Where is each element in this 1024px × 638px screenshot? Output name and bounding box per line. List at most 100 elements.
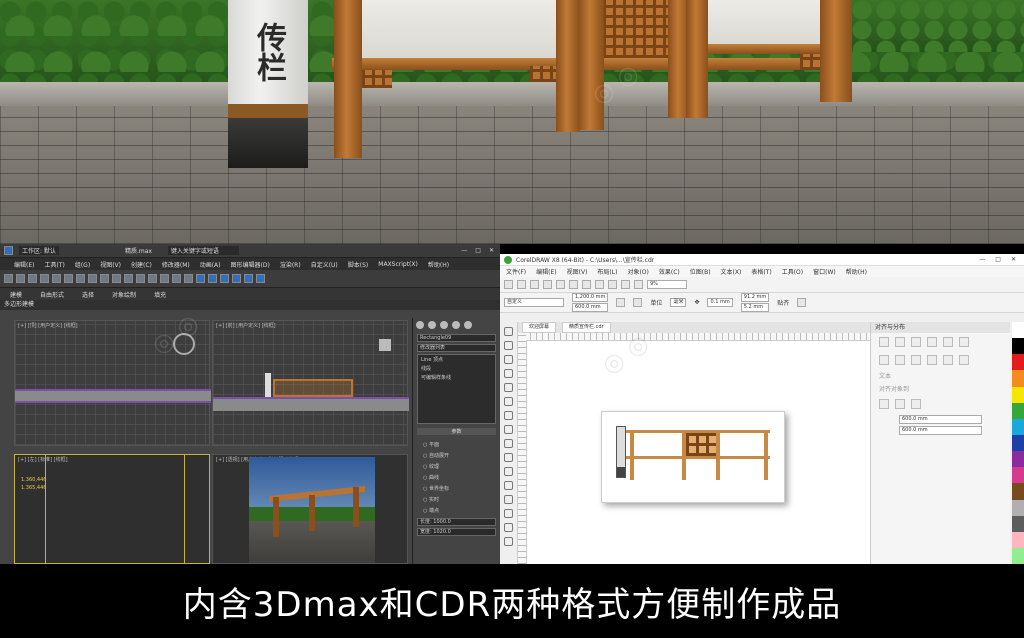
connector-tool-icon[interactable]	[504, 481, 513, 490]
palette-swatch-11[interactable]	[1012, 499, 1024, 516]
nudge-input[interactable]: 0.1 mm	[707, 298, 733, 307]
pick-tool-icon[interactable]	[504, 327, 513, 336]
export-icon[interactable]	[569, 280, 578, 289]
cdr-menu-item-5[interactable]: 效果(C)	[659, 267, 680, 276]
redo-icon[interactable]	[16, 274, 25, 283]
distribute-bottom-icon[interactable]	[959, 355, 969, 365]
params-radio-3[interactable]: 曲线	[413, 472, 500, 483]
new-icon[interactable]	[504, 280, 513, 289]
palette-swatch-14[interactable]	[1012, 547, 1024, 564]
palette-swatch-6[interactable]	[1012, 418, 1024, 435]
max-menu-item-3[interactable]: 视图(V)	[100, 260, 121, 269]
max-menu-item-4[interactable]: 创建(C)	[131, 260, 152, 269]
cdr-menu-item-4[interactable]: 对象(O)	[627, 267, 648, 276]
palette-swatch-13[interactable]	[1012, 531, 1024, 548]
max-menu-item-0[interactable]: 编辑(E)	[14, 260, 34, 269]
close-icon[interactable]: ✕	[489, 247, 494, 254]
display-tab-icon[interactable]	[464, 321, 472, 329]
transparency-tool-icon[interactable]	[504, 509, 513, 518]
curve-editor-icon[interactable]	[196, 274, 205, 283]
crop-tool-icon[interactable]	[504, 355, 513, 364]
rotate-icon[interactable]	[100, 274, 109, 283]
viewport-front[interactable]: [+] [前] [用户定义] [线框]	[212, 320, 409, 446]
params-radio-0[interactable]: 平面	[413, 439, 500, 450]
max-menu-item-12[interactable]: 帮助(H)	[428, 260, 449, 269]
palette-swatch-8[interactable]	[1012, 451, 1024, 468]
cdr-menu-item-11[interactable]: 帮助(H)	[846, 267, 867, 276]
align-to-page-icon[interactable]	[895, 399, 905, 409]
zoom-level-select[interactable]: 9%	[647, 280, 687, 289]
page-height-input[interactable]: 600.0 mm	[572, 303, 609, 312]
max-menu-item-8[interactable]: 渲染(R)	[280, 260, 301, 269]
unit-select[interactable]: 毫米	[670, 298, 687, 307]
align-icon[interactable]	[172, 274, 181, 283]
align-bottom-icon[interactable]	[959, 337, 969, 347]
viewport-perspective[interactable]: [+] [透视] [用户定义] [默认明暗处理]	[212, 454, 408, 564]
params-radio-6[interactable]: 端点	[413, 505, 500, 516]
align-to-active-icon[interactable]	[879, 399, 889, 409]
stack-item[interactable]: 线段	[418, 364, 495, 373]
max-menu-item-1[interactable]: 工具(T)	[44, 260, 64, 269]
modify-tab-icon[interactable]	[428, 321, 436, 329]
docker-x-input[interactable]: 600.0 mm	[899, 415, 982, 424]
snap-button[interactable]: 贴齐	[777, 298, 789, 307]
viewcube-front-icon[interactable]	[379, 339, 391, 351]
select-region-icon[interactable]	[76, 274, 85, 283]
select-icon[interactable]	[64, 274, 73, 283]
modifier-list-dropdown[interactable]: 修改器列表	[417, 344, 496, 352]
close-icon[interactable]: ✕	[1011, 256, 1016, 263]
undo-icon[interactable]	[595, 280, 604, 289]
distribute-top-icon[interactable]	[927, 355, 937, 365]
unlink-icon[interactable]	[40, 274, 49, 283]
undo-icon[interactable]	[4, 274, 13, 283]
distribute-center-icon[interactable]	[895, 355, 905, 365]
angle-snap-icon[interactable]	[136, 274, 145, 283]
dup-y-input[interactable]: 5.2 mm	[740, 303, 770, 312]
params-radio-4[interactable]: 世界坐标	[413, 483, 500, 494]
max-menu-item-5[interactable]: 修改器(M)	[162, 260, 190, 269]
max-menu-item-7[interactable]: 图形编辑器(D)	[231, 260, 270, 269]
shape-tool-icon[interactable]	[504, 341, 513, 350]
max-ribbon-tab-4[interactable]: 填充	[154, 290, 166, 299]
align-left-icon[interactable]	[879, 337, 889, 347]
palette-swatch-10[interactable]	[1012, 483, 1024, 500]
dup-x-input[interactable]: 91.2 mm	[740, 293, 770, 302]
cdr-menu-item-10[interactable]: 窗口(W)	[813, 267, 836, 276]
length-field[interactable]: 长度: 1000.0	[417, 518, 496, 526]
cdr-menu-item-9[interactable]: 工具(O)	[782, 267, 803, 276]
freehand-tool-icon[interactable]	[504, 383, 513, 392]
redo-icon[interactable]	[608, 280, 617, 289]
open-icon[interactable]	[517, 280, 526, 289]
tab-welcome[interactable]: 欢迎屏幕	[522, 322, 557, 333]
publish-icon[interactable]	[582, 280, 591, 289]
stack-item[interactable]: Line 顶点	[418, 355, 495, 364]
cdr-menu-item-6[interactable]: 位图(B)	[690, 267, 711, 276]
eyedropper-tool-icon[interactable]	[504, 523, 513, 532]
hierarchy-tab-icon[interactable]	[440, 321, 448, 329]
snap-icon[interactable]	[124, 274, 133, 283]
max-menu-item-2[interactable]: 组(G)	[75, 260, 90, 269]
palette-swatch-12[interactable]	[1012, 515, 1024, 532]
ellipse-tool-icon[interactable]	[504, 425, 513, 434]
params-header[interactable]: 参数	[417, 428, 496, 435]
viewcube-icon[interactable]	[173, 333, 195, 355]
align-right-icon[interactable]	[911, 337, 921, 347]
cdr-menu-item-8[interactable]: 表格(T)	[751, 267, 771, 276]
viewport-top[interactable]: [+] [顶] [用户定义] [线框]	[14, 320, 211, 446]
render-frame-icon[interactable]	[244, 274, 253, 283]
polygon-tool-icon[interactable]	[504, 439, 513, 448]
palette-swatch-7[interactable]	[1012, 434, 1024, 452]
rectangle-tool-icon[interactable]	[504, 411, 513, 420]
tab-document[interactable]: 精质宣传栏.cdr	[562, 322, 611, 333]
max-menu-item-9[interactable]: 自定义(U)	[311, 260, 338, 269]
options-gear-icon[interactable]	[797, 298, 807, 307]
search-icon[interactable]	[621, 280, 630, 289]
artistic-media-icon[interactable]	[504, 397, 513, 406]
distribute-middle-icon[interactable]	[943, 355, 953, 365]
cdr-menu-item-0[interactable]: 文件(F)	[506, 267, 526, 276]
page-width-input[interactable]: 1,200.0 mm	[572, 293, 609, 302]
palette-swatch-2[interactable]	[1012, 354, 1024, 371]
max-menu-item-11[interactable]: MAXScript(X)	[378, 261, 418, 268]
cdr-menu-item-7[interactable]: 文本(X)	[721, 267, 742, 276]
shadow-tool-icon[interactable]	[504, 495, 513, 504]
